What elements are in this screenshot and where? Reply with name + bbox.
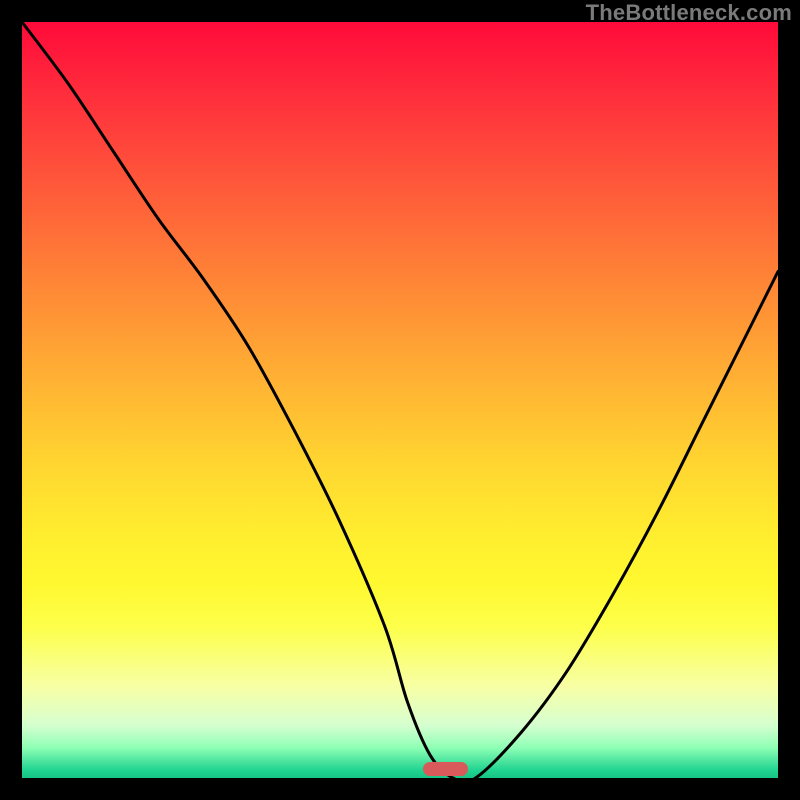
plot-area [22,22,778,778]
bottleneck-curve [22,22,778,778]
chart-frame: TheBottleneck.com [0,0,800,800]
optimal-marker [423,762,468,776]
